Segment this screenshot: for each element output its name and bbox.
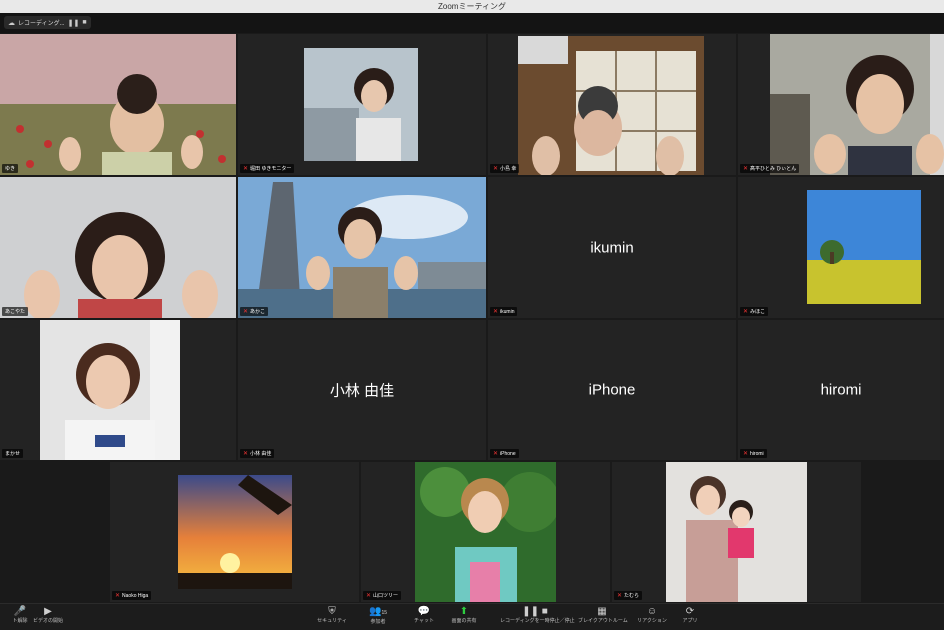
window-titlebar: Zoomミーティング (0, 0, 944, 14)
participant-tile[interactable]: あこやた (0, 177, 236, 318)
participant-name-tag: ✕ 髙平ひとみ ひぃとん (740, 164, 800, 173)
mic-muted-icon: ✕ (115, 593, 121, 599)
participant-video (238, 177, 486, 318)
chat-icon: 💬 (417, 606, 431, 617)
participant-count: 15 (381, 610, 387, 616)
mic-muted-icon: ✕ (493, 309, 499, 315)
apps-icon: ⟳ (685, 606, 695, 617)
participant-tile[interactable]: iPhone ✕ iPhone (488, 320, 736, 460)
breakout-rooms-button[interactable]: ▦ ブレイクアウトルーム (578, 606, 628, 625)
participant-display-name: hiromi (820, 381, 862, 399)
participant-video (0, 177, 236, 318)
participant-tile[interactable]: ✕ 小島 幸 (488, 34, 736, 175)
shield-icon: ⛨ (328, 606, 336, 617)
reactions-button[interactable]: ☺ リアクション (632, 606, 672, 625)
mic-muted-icon: ✕ (243, 309, 249, 315)
participant-name-tag: ✕ 山口ツリー (363, 591, 402, 600)
breakout-rooms-icon: ▦ (597, 606, 607, 617)
mic-muted-icon: ✕ (366, 593, 372, 599)
participant-photo (415, 462, 556, 602)
recording-label: レコーディング... (18, 21, 65, 27)
recording-bar: ☁ レコーディング... ❚❚ ■ (0, 13, 944, 33)
mic-muted-icon: ✕ (617, 593, 623, 599)
participant-name-tag: ゆき (2, 164, 19, 173)
participant-video (770, 34, 944, 175)
participant-video (518, 36, 704, 175)
participant-photo (807, 190, 921, 304)
start-video-button[interactable]: ▶ ビデオの開始 (28, 606, 68, 625)
share-screen-icon: ⬆ (459, 606, 469, 617)
participant-name-tag: ✕ 小島 幸 (490, 164, 520, 173)
participant-tile[interactable]: ✕ たむら (612, 462, 861, 602)
people-icon: 👥15 (368, 606, 387, 617)
participant-tile[interactable]: ✕ 堀田 ゆきモニター (238, 34, 486, 175)
participant-tile[interactable]: ✕ 髙平ひとみ ひぃとん (738, 34, 944, 175)
mic-muted-icon: ✕ (743, 309, 749, 315)
reaction-icon: ☺ (646, 606, 658, 617)
mic-muted-icon: ✕ (243, 451, 249, 457)
participant-name-tag: ✕ hiromi (740, 449, 767, 458)
cloud-icon: ☁ (8, 19, 15, 27)
participant-name-tag: ✕ 堀田 ゆきモニター (240, 164, 295, 173)
participant-photo (304, 48, 418, 161)
participant-photo (178, 475, 292, 589)
participant-tile[interactable]: ✕ Naoko Higa (110, 462, 359, 602)
participant-name-tag: ✕ みほこ (740, 307, 769, 316)
pause-icon[interactable]: ❚❚ (68, 19, 80, 27)
video-camera-icon: ▶ (44, 606, 52, 617)
participant-name-tag: あこやた (2, 307, 29, 316)
participant-tile[interactable]: ゆき (0, 34, 236, 175)
participants-button[interactable]: 👥15 参加者 (358, 606, 398, 626)
participant-display-name: iPhone (588, 381, 636, 399)
participant-tile[interactable]: ✕ あかこ (238, 177, 486, 318)
mic-muted-icon: ✕ (743, 166, 749, 172)
mic-muted-icon: ✕ (493, 451, 499, 457)
share-screen-button[interactable]: ⬆ 画面の共有 (444, 606, 484, 625)
participant-photo (666, 462, 807, 602)
participant-display-name: ikumin (590, 239, 634, 256)
stop-icon[interactable]: ■ (82, 19, 86, 26)
apps-button[interactable]: ⟳ アプリ (670, 606, 710, 625)
recording-controls-button[interactable]: ❚❚ ■ レコーディングを一時停止／停止 (500, 606, 575, 625)
recording-indicator[interactable]: ☁ レコーディング... ❚❚ ■ (4, 16, 91, 29)
chat-button[interactable]: 💬 チャット (404, 606, 444, 625)
window-title: Zoomミーティング (438, 2, 506, 11)
participant-tile[interactable]: まかせ (0, 320, 236, 460)
participant-photo (40, 320, 180, 460)
participant-tile[interactable]: ✕ みほこ (738, 177, 944, 318)
participant-name-tag: ✕ あかこ (240, 307, 269, 316)
security-button[interactable]: ⛨ セキュリティ (312, 606, 352, 625)
meeting-toolbar: 🎤 ト解除 ▶ ビデオの開始 ⛨ セキュリティ 👥15 参加者 💬 チャット ⬆… (0, 603, 944, 630)
participant-tile[interactable]: 小林 由佳 ✕ 小林 由佳 (238, 320, 486, 460)
participant-name-tag: ✕ iPhone (490, 449, 519, 458)
mic-muted-icon: ✕ (493, 166, 499, 172)
participant-display-name: 小林 由佳 (329, 382, 395, 400)
participant-name-tag: ✕ Naoko Higa (112, 591, 152, 600)
participant-tile[interactable]: ✕ 山口ツリー (361, 462, 610, 602)
mic-muted-icon: ✕ (743, 451, 749, 457)
participant-tile[interactable]: hiromi ✕ hiromi (738, 320, 944, 460)
participant-name-tag: ✕ たむら (614, 591, 643, 600)
participant-tile[interactable]: ikumin ✕ ikumin (488, 177, 736, 318)
record-icon: ❚❚ ■ (522, 606, 548, 617)
participant-name-tag: まかせ (2, 449, 24, 458)
participant-video (0, 34, 236, 175)
participant-name-tag: ✕ 小林 由佳 (240, 449, 275, 458)
participant-name-tag: ✕ ikumin (490, 307, 518, 316)
mic-muted-icon: ✕ (243, 166, 249, 172)
